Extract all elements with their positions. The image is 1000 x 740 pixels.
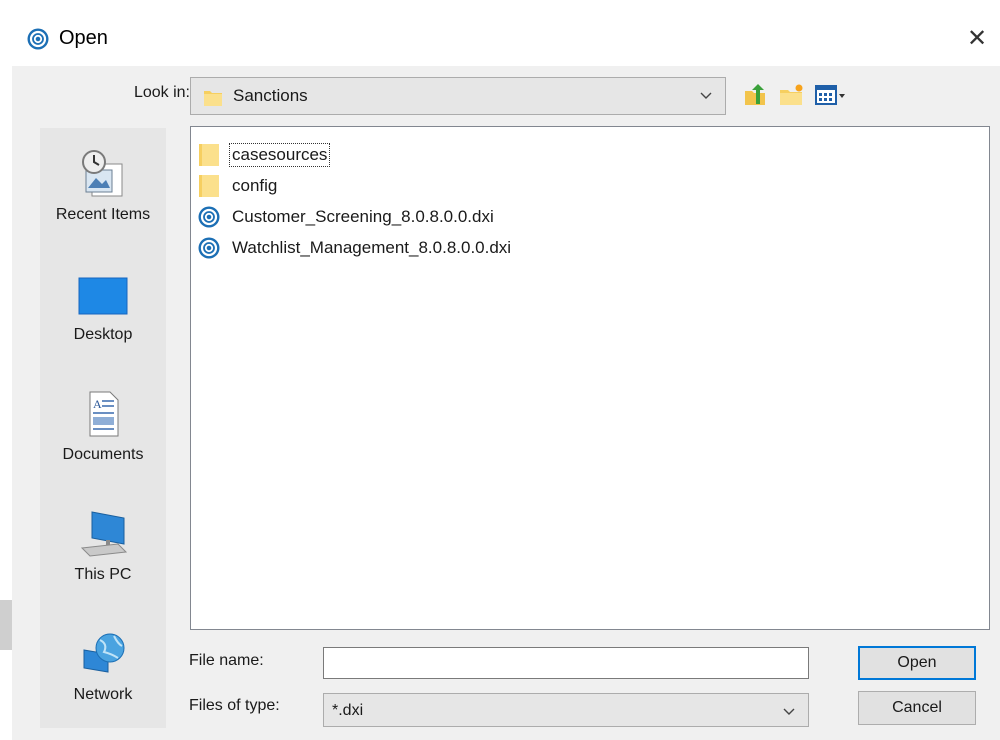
- open-button[interactable]: Open: [858, 646, 976, 680]
- new-folder-icon[interactable]: [778, 82, 804, 108]
- look-in-toolbar: [742, 80, 848, 110]
- place-network[interactable]: Network: [40, 628, 166, 704]
- file-list[interactable]: casesources config Customer_Screening_8.…: [190, 126, 990, 630]
- dxi-file-icon: [198, 206, 220, 228]
- view-menu-icon[interactable]: [814, 82, 848, 108]
- file-type-label: Files of type:: [189, 697, 280, 714]
- background-window-edge: [0, 600, 12, 650]
- title-bar[interactable]: Open ✕: [12, 10, 1000, 66]
- place-label: Documents: [62, 446, 144, 463]
- file-name-field[interactable]: [323, 647, 809, 679]
- folder-icon: [199, 175, 219, 197]
- open-dialog: Open ✕ Look in: Sanctions Recent Items D…: [12, 10, 1000, 740]
- look-in-label: Look in:: [133, 84, 190, 101]
- dxi-file-icon: [198, 237, 220, 259]
- svg-text:A: A: [93, 397, 102, 411]
- documents-icon: A: [89, 391, 119, 437]
- place-documents[interactable]: A Documents: [40, 388, 166, 464]
- file-name-label: Watchlist_Management_8.0.8.0.0.dxi: [232, 238, 512, 257]
- desktop-icon: [78, 277, 128, 315]
- cancel-button[interactable]: Cancel: [858, 691, 976, 725]
- chevron-down-icon: [700, 92, 712, 99]
- file-type-value: *.dxi: [332, 702, 364, 719]
- app-icon: [27, 28, 49, 50]
- place-recent-items[interactable]: Recent Items: [40, 148, 166, 224]
- place-label: Desktop: [73, 326, 133, 343]
- file-name-field-label: File name:: [189, 652, 264, 669]
- recent-items-icon: [82, 150, 123, 197]
- list-item-config[interactable]: config: [196, 172, 279, 200]
- file-name-label: Customer_Screening_8.0.8.0.0.dxi: [232, 207, 494, 226]
- place-label: Network: [73, 686, 133, 703]
- place-label: Recent Items: [55, 206, 151, 223]
- folder-icon: [199, 144, 219, 166]
- dialog-title: Open: [59, 27, 108, 49]
- file-name-label: casesources: [228, 143, 331, 167]
- list-item-watchlist-management[interactable]: Watchlist_Management_8.0.8.0.0.dxi: [196, 234, 513, 262]
- folder-icon: [204, 91, 222, 106]
- place-label: This PC: [74, 566, 132, 583]
- file-type-dropdown[interactable]: *.dxi: [323, 693, 809, 727]
- places-sidebar: Recent Items Desktop A Documents This PC…: [40, 128, 166, 728]
- close-icon: ✕: [966, 24, 988, 52]
- list-item-customer-screening[interactable]: Customer_Screening_8.0.8.0.0.dxi: [196, 203, 496, 231]
- list-item-casesources[interactable]: casesources: [196, 141, 331, 169]
- look-in-dropdown[interactable]: Sanctions: [190, 77, 726, 115]
- close-button[interactable]: ✕: [954, 10, 1000, 66]
- up-folder-icon[interactable]: [742, 82, 768, 108]
- look-in-value: Sanctions: [233, 86, 308, 105]
- this-pc-icon: [80, 511, 128, 557]
- place-this-pc[interactable]: This PC: [40, 508, 166, 584]
- chevron-down-icon: [783, 708, 795, 715]
- place-desktop[interactable]: Desktop: [40, 268, 166, 344]
- network-icon: [83, 633, 125, 673]
- file-name-label: config: [232, 176, 278, 195]
